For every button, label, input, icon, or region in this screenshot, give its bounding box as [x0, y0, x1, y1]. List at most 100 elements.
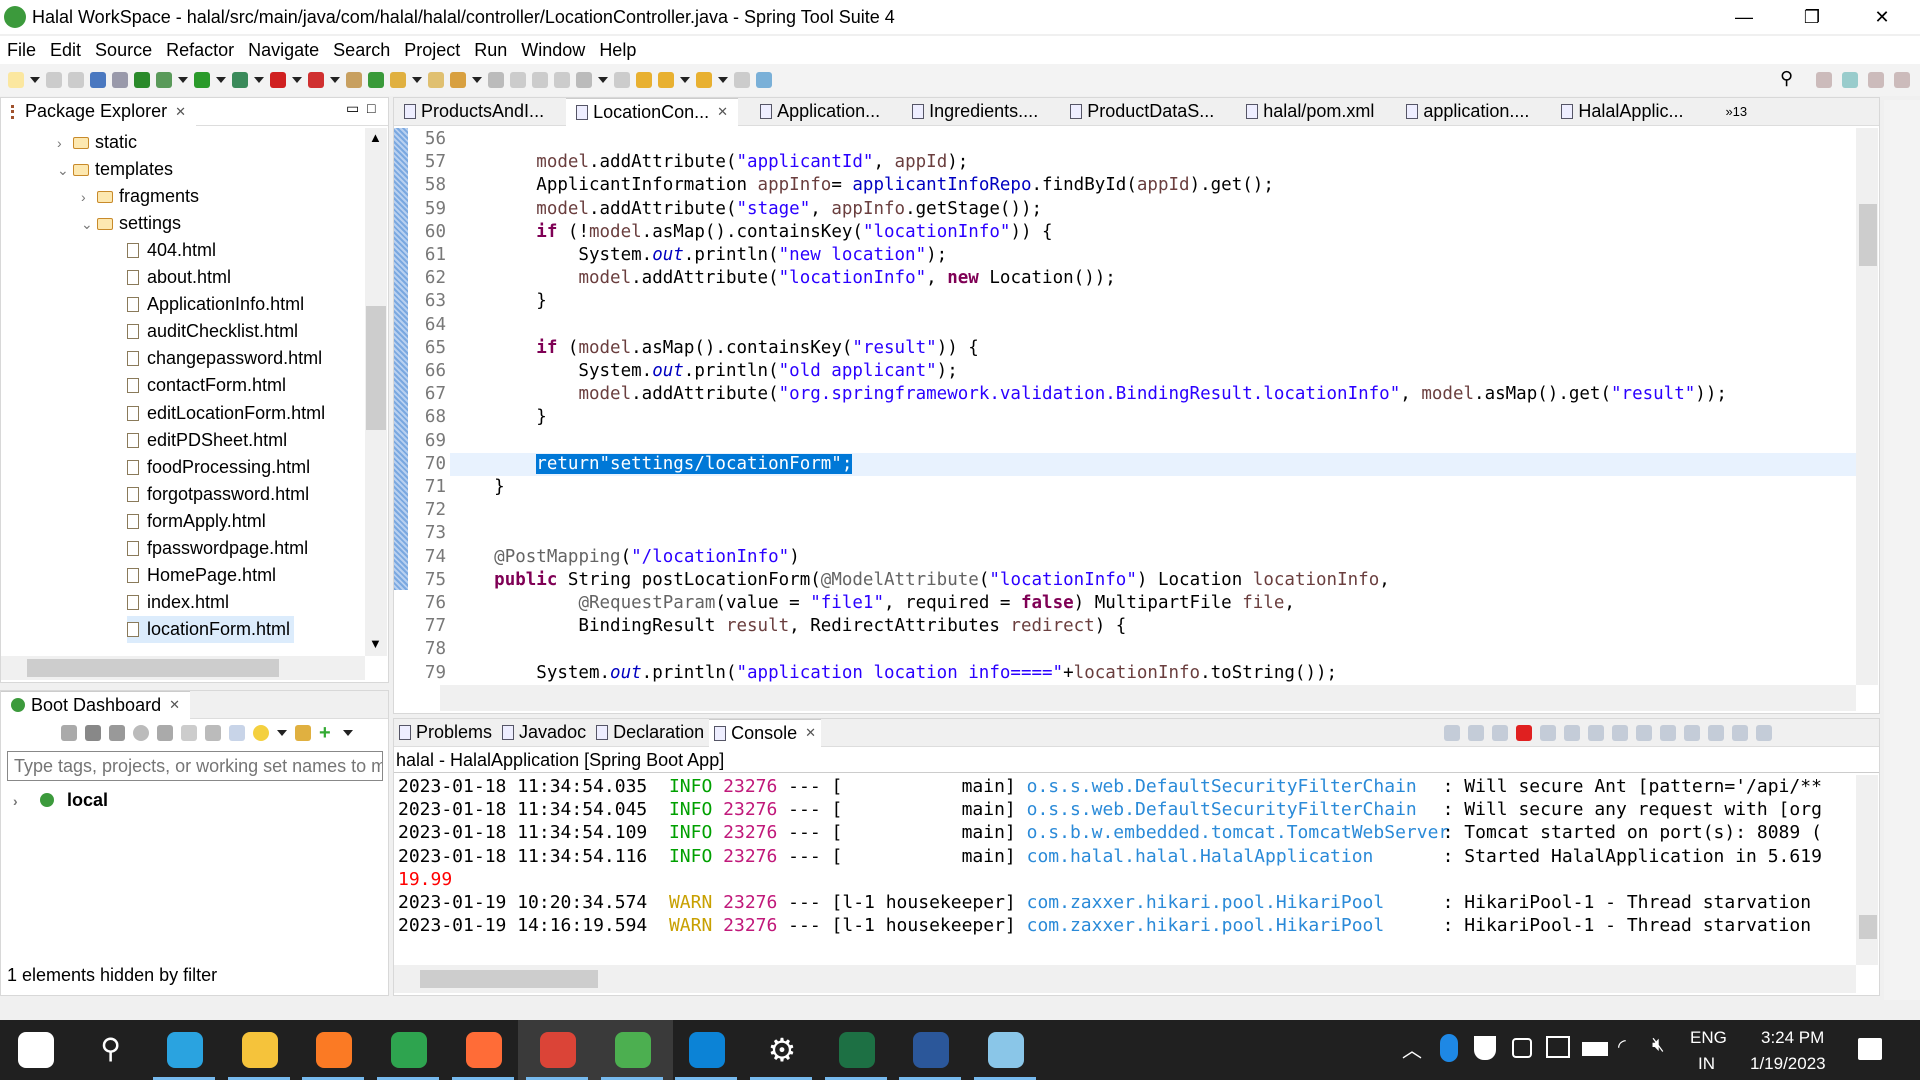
toolbar-button-icon[interactable]: [576, 72, 592, 88]
menu-window[interactable]: Window: [521, 40, 585, 61]
table-icon[interactable]: [229, 725, 245, 741]
scroll-thumb[interactable]: [27, 659, 279, 677]
show-stderr-icon[interactable]: [1612, 725, 1628, 741]
code-line[interactable]: System.out.println("application location…: [452, 662, 1337, 685]
toolbar-button-icon[interactable]: [510, 72, 526, 88]
editor-vertical-scrollbar[interactable]: [1856, 128, 1878, 685]
terminate-icon[interactable]: [1516, 725, 1532, 741]
scroll-thumb[interactable]: [420, 970, 598, 988]
close-icon[interactable]: ✕: [717, 104, 728, 120]
code-line[interactable]: ApplicantInformation appInfo= applicantI…: [452, 174, 1274, 197]
link-icon[interactable]: [181, 725, 197, 741]
scroll-thumb[interactable]: [366, 306, 386, 430]
postman-icon[interactable]: [465, 1032, 502, 1068]
code-line[interactable]: }: [452, 476, 505, 499]
code-line[interactable]: return"settings/locationForm";: [452, 453, 853, 476]
menu-file[interactable]: File: [7, 40, 36, 61]
dropdown-icon[interactable]: [277, 730, 287, 736]
close-icon[interactable]: ✕: [805, 725, 816, 741]
hs-icon[interactable]: [391, 1032, 427, 1068]
console-horizontal-scrollbar[interactable]: [394, 965, 1856, 993]
toolbar-button-icon[interactable]: [450, 72, 466, 88]
tree-item[interactable]: foodProcessing.html: [127, 454, 310, 481]
editor-tab[interactable]: ProductDataS...: [1060, 98, 1224, 126]
scroll-thumb[interactable]: [1859, 204, 1877, 266]
tree-item[interactable]: ApplicationInfo.html: [127, 291, 304, 318]
notifications-icon[interactable]: [1858, 1038, 1882, 1060]
code-line[interactable]: BindingResult result, RedirectAttributes…: [452, 615, 1126, 638]
open-perspective-icon[interactable]: [1816, 72, 1832, 88]
remove-launch-icon[interactable]: [1468, 725, 1484, 741]
tree-horizontal-scrollbar[interactable]: [1, 656, 365, 680]
toolbar-button-icon[interactable]: [8, 72, 24, 88]
menu-search[interactable]: Search: [333, 40, 390, 61]
toolbar-button-icon[interactable]: [194, 72, 210, 88]
wifi-icon[interactable]: ◜: [1618, 1034, 1626, 1059]
menu-source[interactable]: Source: [95, 40, 152, 61]
tree-item[interactable]: fpasswordpage.html: [127, 535, 308, 562]
dropdown-arrow-icon[interactable]: [292, 77, 302, 83]
scroll-up-icon[interactable]: ▲: [369, 130, 382, 145]
toolbar-button-icon[interactable]: [636, 72, 652, 88]
dashboard-item-local[interactable]: › local: [13, 787, 108, 814]
word-wrap-icon[interactable]: [1564, 725, 1580, 741]
code-area[interactable]: 56 57 model.addAttribute("applicantId", a…: [394, 128, 1856, 685]
code-line[interactable]: public String postLocationForm(@ModelAtt…: [452, 569, 1390, 592]
toolbar-button-icon[interactable]: [488, 72, 504, 88]
menu-edit[interactable]: Edit: [50, 40, 81, 61]
editor-tab[interactable]: Ingredients....: [902, 98, 1048, 126]
tree-item[interactable]: locationForm.html: [127, 615, 295, 643]
scroll-thumb[interactable]: [1859, 915, 1877, 939]
maximize-view-button[interactable]: □: [367, 100, 375, 116]
maximize-button[interactable]: ❐: [1784, 0, 1840, 34]
tab-package-explorer[interactable]: Package Explorer ✕: [1, 97, 196, 126]
debug-icon[interactable]: [85, 725, 101, 741]
colors-icon[interactable]: [1732, 725, 1748, 741]
toolbar-button-icon[interactable]: [156, 72, 172, 88]
settings-icon[interactable]: ⚙: [764, 1032, 800, 1068]
clear-icon[interactable]: [1444, 725, 1460, 741]
tree-item[interactable]: contactForm.html: [127, 372, 286, 399]
notepad-icon[interactable]: [987, 1032, 1024, 1068]
toolbar-button-icon[interactable]: [346, 72, 362, 88]
edge-icon[interactable]: [689, 1032, 726, 1068]
xampp-icon[interactable]: [316, 1032, 353, 1068]
toolbar-button-icon[interactable]: [90, 72, 106, 88]
editor-horizontal-scrollbar[interactable]: [440, 685, 1856, 711]
tree-item[interactable]: › static: [57, 129, 137, 156]
code-line[interactable]: }: [452, 290, 547, 313]
console-tab-declaration[interactable]: Declaration: [591, 719, 709, 747]
console-output[interactable]: 2023-01-18 11:34:54.035 INFO 23276 --- […: [394, 775, 1856, 965]
code-line[interactable]: model.addAttribute("org.springframework.…: [452, 383, 1726, 406]
language-indicator[interactable]: ENG: [1690, 1028, 1727, 1048]
code-line[interactable]: @RequestParam(value = "file1", required …: [452, 592, 1295, 615]
bluetooth-icon[interactable]: [1440, 1034, 1458, 1062]
console-icon[interactable]: [157, 725, 173, 741]
expose-icon[interactable]: [295, 725, 311, 741]
editor-tab[interactable]: application....: [1396, 98, 1539, 126]
tree-item[interactable]: index.html: [127, 589, 229, 616]
console-tab-problems[interactable]: Problems: [394, 719, 497, 747]
telegram-icon[interactable]: [167, 1032, 204, 1068]
close-icon[interactable]: ✕: [175, 104, 186, 120]
code-line[interactable]: model.addAttribute("locationInfo", new L…: [452, 267, 1115, 290]
editor-tab[interactable]: ProductsAndI...: [394, 98, 554, 126]
tree-item[interactable]: about.html: [127, 264, 231, 291]
show-stdout-icon[interactable]: [1588, 725, 1604, 741]
tab-overflow-button[interactable]: »13: [1725, 104, 1747, 119]
toolbar-button-icon[interactable]: [390, 72, 406, 88]
console-tab-javadoc[interactable]: Javadoc: [497, 719, 591, 747]
chrome-icon[interactable]: [540, 1032, 577, 1068]
toolbar-button-icon[interactable]: [614, 72, 630, 88]
tab-boot-dashboard[interactable]: Boot Dashboard ✕: [1, 690, 190, 719]
tree-item[interactable]: ⌄ templates: [57, 156, 173, 183]
minimize-button[interactable]: —: [1716, 0, 1772, 34]
dropdown-arrow-icon[interactable]: [254, 77, 264, 83]
close-button[interactable]: ✕: [1854, 0, 1910, 34]
edit-icon[interactable]: [205, 725, 221, 741]
file-explorer-icon[interactable]: [241, 1032, 278, 1068]
menu-navigate[interactable]: Navigate: [248, 40, 319, 61]
toolbar-button-icon[interactable]: [368, 72, 384, 88]
code-line[interactable]: if (model.asMap().containsKey("result"))…: [452, 337, 979, 360]
toolbar-button-icon[interactable]: [270, 72, 286, 88]
